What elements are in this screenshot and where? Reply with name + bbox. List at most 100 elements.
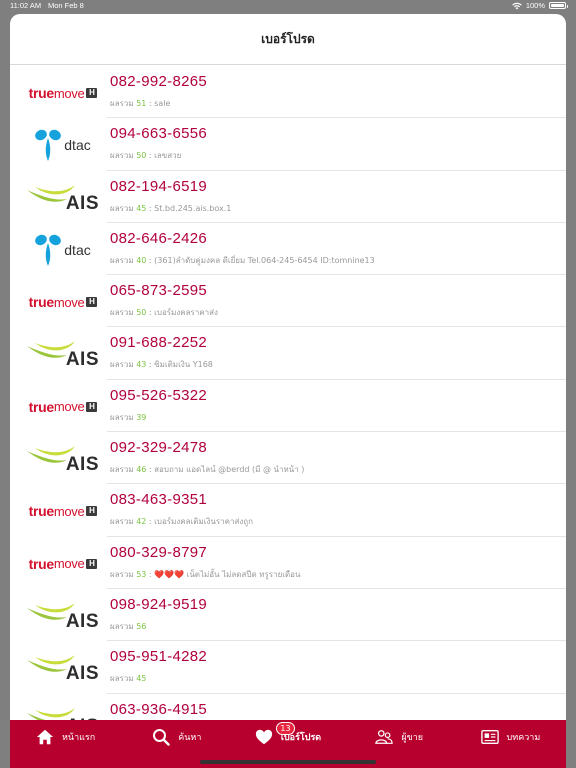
list-item[interactable]: AIS 082-194-6519 ผลรวม 45 : St.bd.245.ais.…: [10, 171, 566, 224]
carrier-logo: true move H: [24, 545, 102, 583]
carrier-logo: AIS: [24, 649, 102, 687]
truemove-logo: true move H: [29, 556, 98, 572]
score-prefix: ผลรวม: [110, 569, 134, 579]
summary-line: ผลรวม 45: [110, 672, 146, 685]
truemove-logo: true move H: [29, 294, 98, 310]
summary-line: ผลรวม 56: [110, 620, 146, 633]
list-item[interactable]: true move H 083-463-9351 ผลรวม 42 : เบอร์มงค…: [10, 484, 566, 537]
list-item[interactable]: dtac 082-646-2426 ผลรวม 40 : (361)ลำดับคู่…: [10, 223, 566, 276]
score-prefix: ผลรวม: [110, 621, 134, 631]
list-item[interactable]: AIS063-936-4915ผลรวม: [10, 694, 566, 720]
list-item[interactable]: true move H 080-329-8797 ผลรวม 53 : ❤️❤️❤️ เ…: [10, 537, 566, 590]
score-value: 40: [136, 255, 147, 265]
favorites-sheet: เบอร์โปรด true move H 082-992-8265 ผลรวม 51 …: [10, 14, 566, 768]
score-value: 51: [136, 99, 147, 108]
favorites-count-badge: 13: [276, 722, 295, 735]
tab-home[interactable]: หน้าแรก: [10, 720, 121, 754]
phone-number: 094-663-6556: [110, 125, 208, 143]
summary-line: ผลรวม 42 : เบอร์มงคลเติมเงินราคาส่งถูก: [110, 515, 253, 528]
score-value: 50: [136, 308, 147, 318]
summary-line: ผลรวม 53 : ❤️❤️❤️ เน็ตไม่อั้น ไม่ลดสปีด …: [110, 568, 300, 581]
ais-logo: AIS: [25, 442, 101, 476]
carrier-logo: true move H: [24, 283, 102, 321]
score-prefix: ผลรวม: [110, 151, 134, 161]
score-prefix: ผลรวม: [110, 360, 134, 370]
list-item[interactable]: true move H 065-873-2595 ผลรวม 50 : เบอร์มงค…: [10, 275, 566, 328]
note-text: : ซิมเติมเงิน Y168: [146, 360, 213, 370]
carrier-logo: true move H: [24, 492, 102, 530]
ais-logo: AIS: [25, 651, 101, 685]
wifi-icon: [512, 2, 522, 9]
status-bar: 11:02 AM Mon Feb 8 100%: [0, 0, 576, 12]
note-text: : เลขสวย: [146, 151, 182, 161]
score-value: 42: [136, 517, 147, 527]
note-text: : เบอร์มงคลเติมเงินราคาส่งถูก: [146, 517, 253, 527]
tab-label: ผู้ขาย: [401, 733, 424, 743]
dtac-logo: dtac: [35, 233, 91, 267]
score-value: 50: [136, 151, 147, 161]
summary-line: ผลรวม 46 : สอบถาม แอดไลน์ @berdd (มี @ น…: [110, 463, 304, 476]
carrier-logo: AIS: [24, 335, 102, 373]
summary-line: ผลรวม 45 : St.bd.245.ais.box.1: [110, 202, 231, 215]
carrier-logo: dtac: [24, 231, 102, 269]
summary-line: ผลรวม 39: [110, 411, 146, 424]
phone-number: 080-329-8797: [110, 543, 208, 561]
score-prefix: ผลรวม: [110, 99, 134, 108]
tab-bar: หน้าแรก ค้นหา เบอร์โปรด 13 ผู้ขาย บทความ: [10, 720, 566, 754]
carrier-logo: AIS: [24, 179, 102, 217]
list-item[interactable]: true move H 095-526-5322 ผลรวม 39: [10, 380, 566, 433]
summary-line: ผลรวม 50 : เบอร์มงคลราคาส่ง: [110, 306, 218, 319]
list-item[interactable]: AIS 091-688-2252 ผลรวม 43 : ซิมเติมเงิน Y1…: [10, 327, 566, 381]
battery-percent: 100%: [525, 1, 545, 10]
carrier-logo: dtac: [24, 126, 102, 164]
tab-article[interactable]: บทความ: [455, 720, 566, 754]
phone-number: 082-992-8265: [110, 73, 208, 90]
list-item[interactable]: AIS 098-924-9519 ผลรวม 56: [10, 589, 566, 642]
list-item[interactable]: AIS 092-329-2478 ผลรวม 46 : สอบถาม แอดไลน์…: [10, 432, 566, 485]
score-prefix: ผลรวม: [110, 255, 134, 265]
score-value: 45: [136, 203, 147, 213]
score-prefix: ผลรวม: [110, 465, 134, 475]
score-prefix: ผลรวม: [110, 517, 134, 527]
battery-icon: [549, 2, 568, 9]
carrier-logo: AIS: [24, 597, 102, 635]
tab-heart[interactable]: เบอร์โปรด 13: [232, 720, 343, 754]
home-indicator: [200, 760, 376, 764]
phone-number: 091-688-2252: [110, 334, 208, 352]
score-prefix: ผลรวม: [110, 203, 134, 213]
tab-sellers[interactable]: ผู้ขาย: [344, 720, 455, 754]
phone-number: 063-936-4915: [110, 700, 208, 718]
list-item[interactable]: true move H 082-992-8265 ผลรวม 51 : sale: [10, 66, 566, 119]
tab-search[interactable]: ค้นหา: [121, 720, 232, 754]
favorites-list[interactable]: true move H 082-992-8265 ผลรวม 51 : sale dtac…: [10, 66, 566, 720]
article-icon: [480, 728, 499, 746]
ais-logo: AIS: [25, 704, 101, 720]
score-prefix: ผลรวม: [110, 674, 134, 684]
carrier-logo: AIS: [24, 702, 102, 720]
note-text: : St.bd.245.ais.box.1: [146, 203, 232, 213]
score-value: 56: [136, 621, 147, 631]
ais-logo: AIS: [25, 181, 101, 215]
page-title: เบอร์โปรด: [261, 31, 315, 46]
score-prefix: ผลรวม: [110, 412, 134, 422]
phone-number: 095-526-5322: [110, 386, 208, 404]
score-value: 45: [136, 674, 147, 684]
truemove-logo: true move H: [29, 503, 98, 519]
phone-number: 095-951-4282: [110, 648, 208, 666]
summary-line: ผลรวม 51 : sale: [110, 97, 170, 110]
note-text: : เบอร์มงคลราคาส่ง: [146, 308, 218, 318]
note-text: : (361)ลำดับคู่มงคล ดีเยี่ยม Tel.064-245…: [146, 255, 375, 265]
list-item[interactable]: dtac 094-663-6556 ผลรวม 50 : เลขสวย: [10, 118, 566, 171]
tab-label: หน้าแรก: [61, 733, 96, 743]
status-time: 11:02 AM: [10, 1, 42, 10]
search-icon: [152, 728, 170, 746]
status-date: Mon Feb 8: [48, 1, 84, 10]
list-item[interactable]: AIS 095-951-4282 ผลรวม 45: [10, 641, 566, 694]
home-icon: [36, 728, 54, 746]
phone-number: 082-194-6519: [110, 177, 208, 195]
summary-line: ผลรวม 50 : เลขสวย: [110, 149, 181, 162]
summary-line: ผลรวม 43 : ซิมเติมเงิน Y168: [110, 358, 213, 371]
score-value: 46: [136, 465, 147, 475]
score-value: 53: [136, 569, 147, 579]
sellers-icon: [375, 728, 394, 746]
